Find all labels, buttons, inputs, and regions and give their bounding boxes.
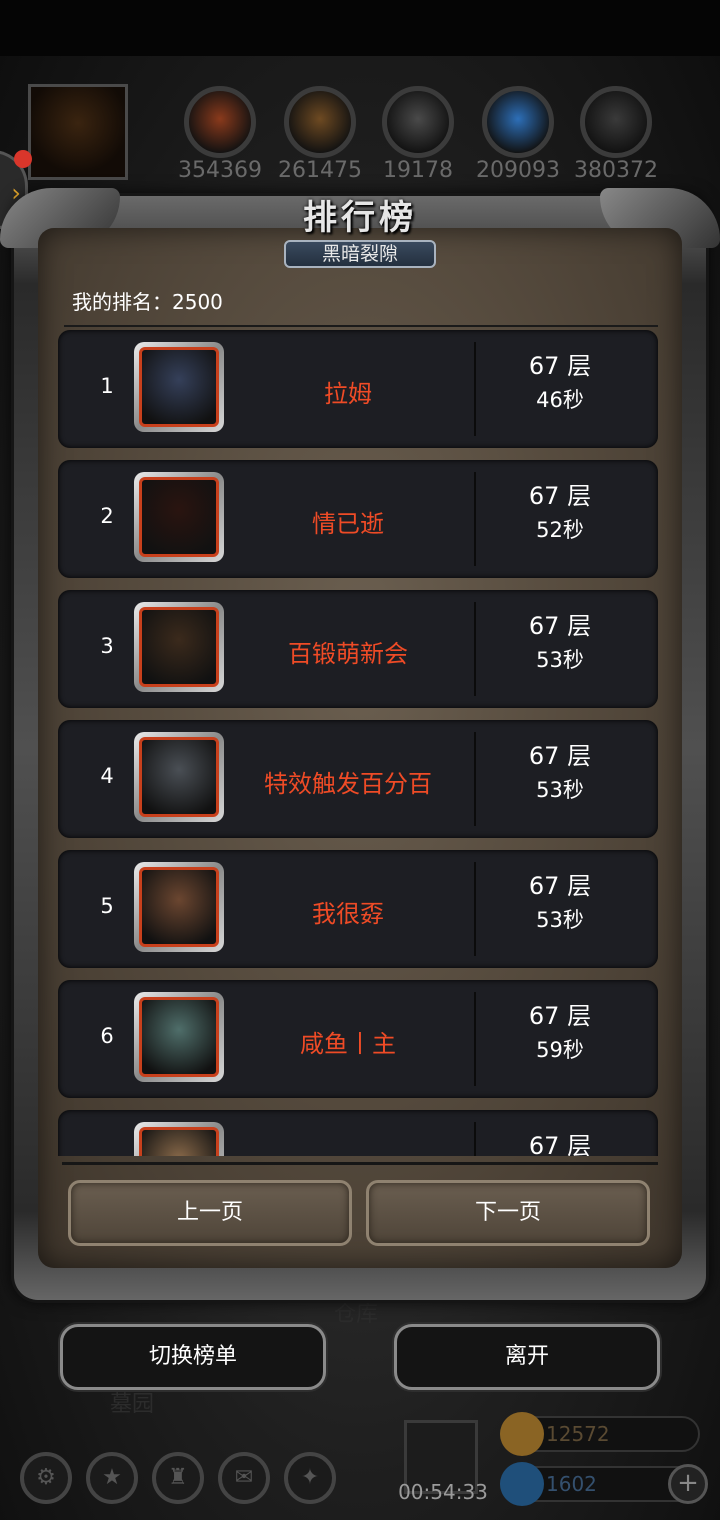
row-divider xyxy=(474,992,476,1086)
hooded-female-portrait xyxy=(139,347,219,427)
plank-icon[interactable] xyxy=(284,86,356,158)
player-portrait-frame[interactable] xyxy=(134,732,224,822)
leaderboard-row[interactable]: 4 特效触发百分百 67 层 53秒 xyxy=(58,720,658,838)
floor-reached: 67 层 xyxy=(528,612,592,640)
row-divider xyxy=(474,862,476,956)
rank-number: 7 xyxy=(94,1154,120,1156)
resource-value: 380372 xyxy=(574,158,658,183)
rank-number: 3 xyxy=(100,634,114,658)
rank-number: 5 xyxy=(100,894,114,918)
player-name: 拉姆 xyxy=(324,380,372,408)
leaderboard-row[interactable]: 7 67 层 xyxy=(58,1110,658,1156)
player-portrait-frame[interactable] xyxy=(134,1122,224,1156)
crystal-icon[interactable] xyxy=(482,86,554,158)
player-portrait-frame[interactable] xyxy=(134,342,224,432)
my-rank-value: 2500 xyxy=(172,290,223,314)
settings-gear-icon[interactable]: ⚙ xyxy=(20,1452,72,1504)
player-name: 特效触发百分百 xyxy=(264,770,432,798)
next-page-button[interactable]: 下一页 xyxy=(366,1180,650,1246)
prev-page-button[interactable]: 上一页 xyxy=(68,1180,352,1246)
resource-value: 261475 xyxy=(278,158,362,183)
leave-button[interactable]: 离开 xyxy=(394,1324,660,1390)
leaderboard-row[interactable]: 5 我很孬 67 层 53秒 xyxy=(58,850,658,968)
rank-number: 6 xyxy=(100,1024,114,1048)
player-portrait-frame[interactable] xyxy=(134,472,224,562)
clear-time: 46秒 xyxy=(536,388,584,412)
clear-time: 53秒 xyxy=(536,778,584,802)
rank-number: 2 xyxy=(100,504,114,528)
rank-number: 4 xyxy=(100,764,114,788)
cemetery-label: 墓园 xyxy=(110,1392,155,1417)
leaderboard-row[interactable]: 3 百锻萌新会 67 层 53秒 xyxy=(58,590,658,708)
player-portrait-frame[interactable] xyxy=(134,602,224,692)
floor-reached: 67 层 xyxy=(528,1002,592,1030)
iron-ingot-icon[interactable] xyxy=(382,86,454,158)
leaderboard-row[interactable]: 6 咸鱼丨主 67 层 59秒 xyxy=(58,980,658,1098)
gem-icon xyxy=(500,1462,544,1506)
player-name: 百锻萌新会 xyxy=(288,640,408,668)
resource-value: 209093 xyxy=(476,158,560,183)
clear-time: 53秒 xyxy=(536,648,584,672)
character-icon[interactable]: ♜ xyxy=(152,1452,204,1504)
notification-dot xyxy=(14,150,32,168)
gold-bar: 12572 xyxy=(500,1412,700,1456)
row-divider xyxy=(474,732,476,826)
clear-time: 53秒 xyxy=(536,908,584,932)
leaderboard-row[interactable]: 1 拉姆 67 层 46秒 xyxy=(58,330,658,448)
floor-reached: 67 层 xyxy=(528,1132,592,1156)
floor-reached: 67 层 xyxy=(528,482,592,510)
row-divider xyxy=(474,472,476,566)
rank-number: 1 xyxy=(100,374,114,398)
status-bar-area xyxy=(0,0,720,56)
white-hair-portrait xyxy=(139,1127,219,1156)
gift-timer: 00:54:33 xyxy=(398,1480,488,1504)
clear-time: 59秒 xyxy=(536,1038,584,1062)
wide-hat-warrior-portrait xyxy=(139,607,219,687)
resource-value: 354369 xyxy=(178,158,262,183)
clear-time: 52秒 xyxy=(536,518,584,542)
player-name: 咸鱼丨主 xyxy=(300,1030,396,1058)
player-name: 情已逝 xyxy=(312,510,384,538)
panel-title: 排行榜 xyxy=(303,198,417,238)
leaderboard-list[interactable]: 1 拉姆 67 层 46秒 2 情已逝 67 层 52秒 3 百锻萌新会 67 层 53秒 4 特效触发百… xyxy=(58,330,658,1156)
player-name: 我很孬 xyxy=(312,900,384,928)
my-rank: 我的排名：2500 xyxy=(72,286,223,315)
hero-avatar[interactable] xyxy=(28,84,128,180)
dark-hood-portrait xyxy=(139,477,219,557)
warehouse-label: 仓库 xyxy=(334,1302,379,1327)
leaderboard-row[interactable]: 2 情已逝 67 层 52秒 xyxy=(58,460,658,578)
row-divider xyxy=(474,602,476,696)
add-gems-plus-icon[interactable]: + xyxy=(668,1464,708,1504)
list-divider xyxy=(62,1162,658,1165)
title-plate: 排行榜 xyxy=(262,190,458,244)
player-portrait-frame[interactable] xyxy=(134,862,224,952)
undead-giant-portrait xyxy=(139,997,219,1077)
floor-reached: 67 层 xyxy=(528,352,592,380)
wood-log-icon[interactable] xyxy=(184,86,256,158)
gold-amount: 12572 xyxy=(546,1422,610,1446)
gem-amount: 1602 xyxy=(546,1472,597,1496)
brute-portrait xyxy=(139,867,219,947)
row-divider xyxy=(474,342,476,436)
crafting-icon[interactable]: ✦ xyxy=(284,1452,336,1504)
silver-alien-portrait xyxy=(139,737,219,817)
switch-board-button[interactable]: 切换榜单 xyxy=(60,1324,326,1390)
floor-reached: 67 层 xyxy=(528,742,592,770)
player-portrait-frame[interactable] xyxy=(134,992,224,1082)
leaderboard-category-badge: 黑暗裂隙 xyxy=(284,240,436,268)
my-rank-label: 我的排名： xyxy=(72,290,172,314)
mail-icon[interactable]: ✉ xyxy=(218,1452,270,1504)
gold-barrel-icon xyxy=(500,1412,544,1456)
achievement-star-icon[interactable]: ★ xyxy=(86,1452,138,1504)
rank-divider xyxy=(64,325,658,327)
floor-reached: 67 层 xyxy=(528,872,592,900)
resource-value: 19178 xyxy=(383,158,453,183)
row-divider xyxy=(474,1122,476,1156)
ore-icon[interactable] xyxy=(580,86,652,158)
